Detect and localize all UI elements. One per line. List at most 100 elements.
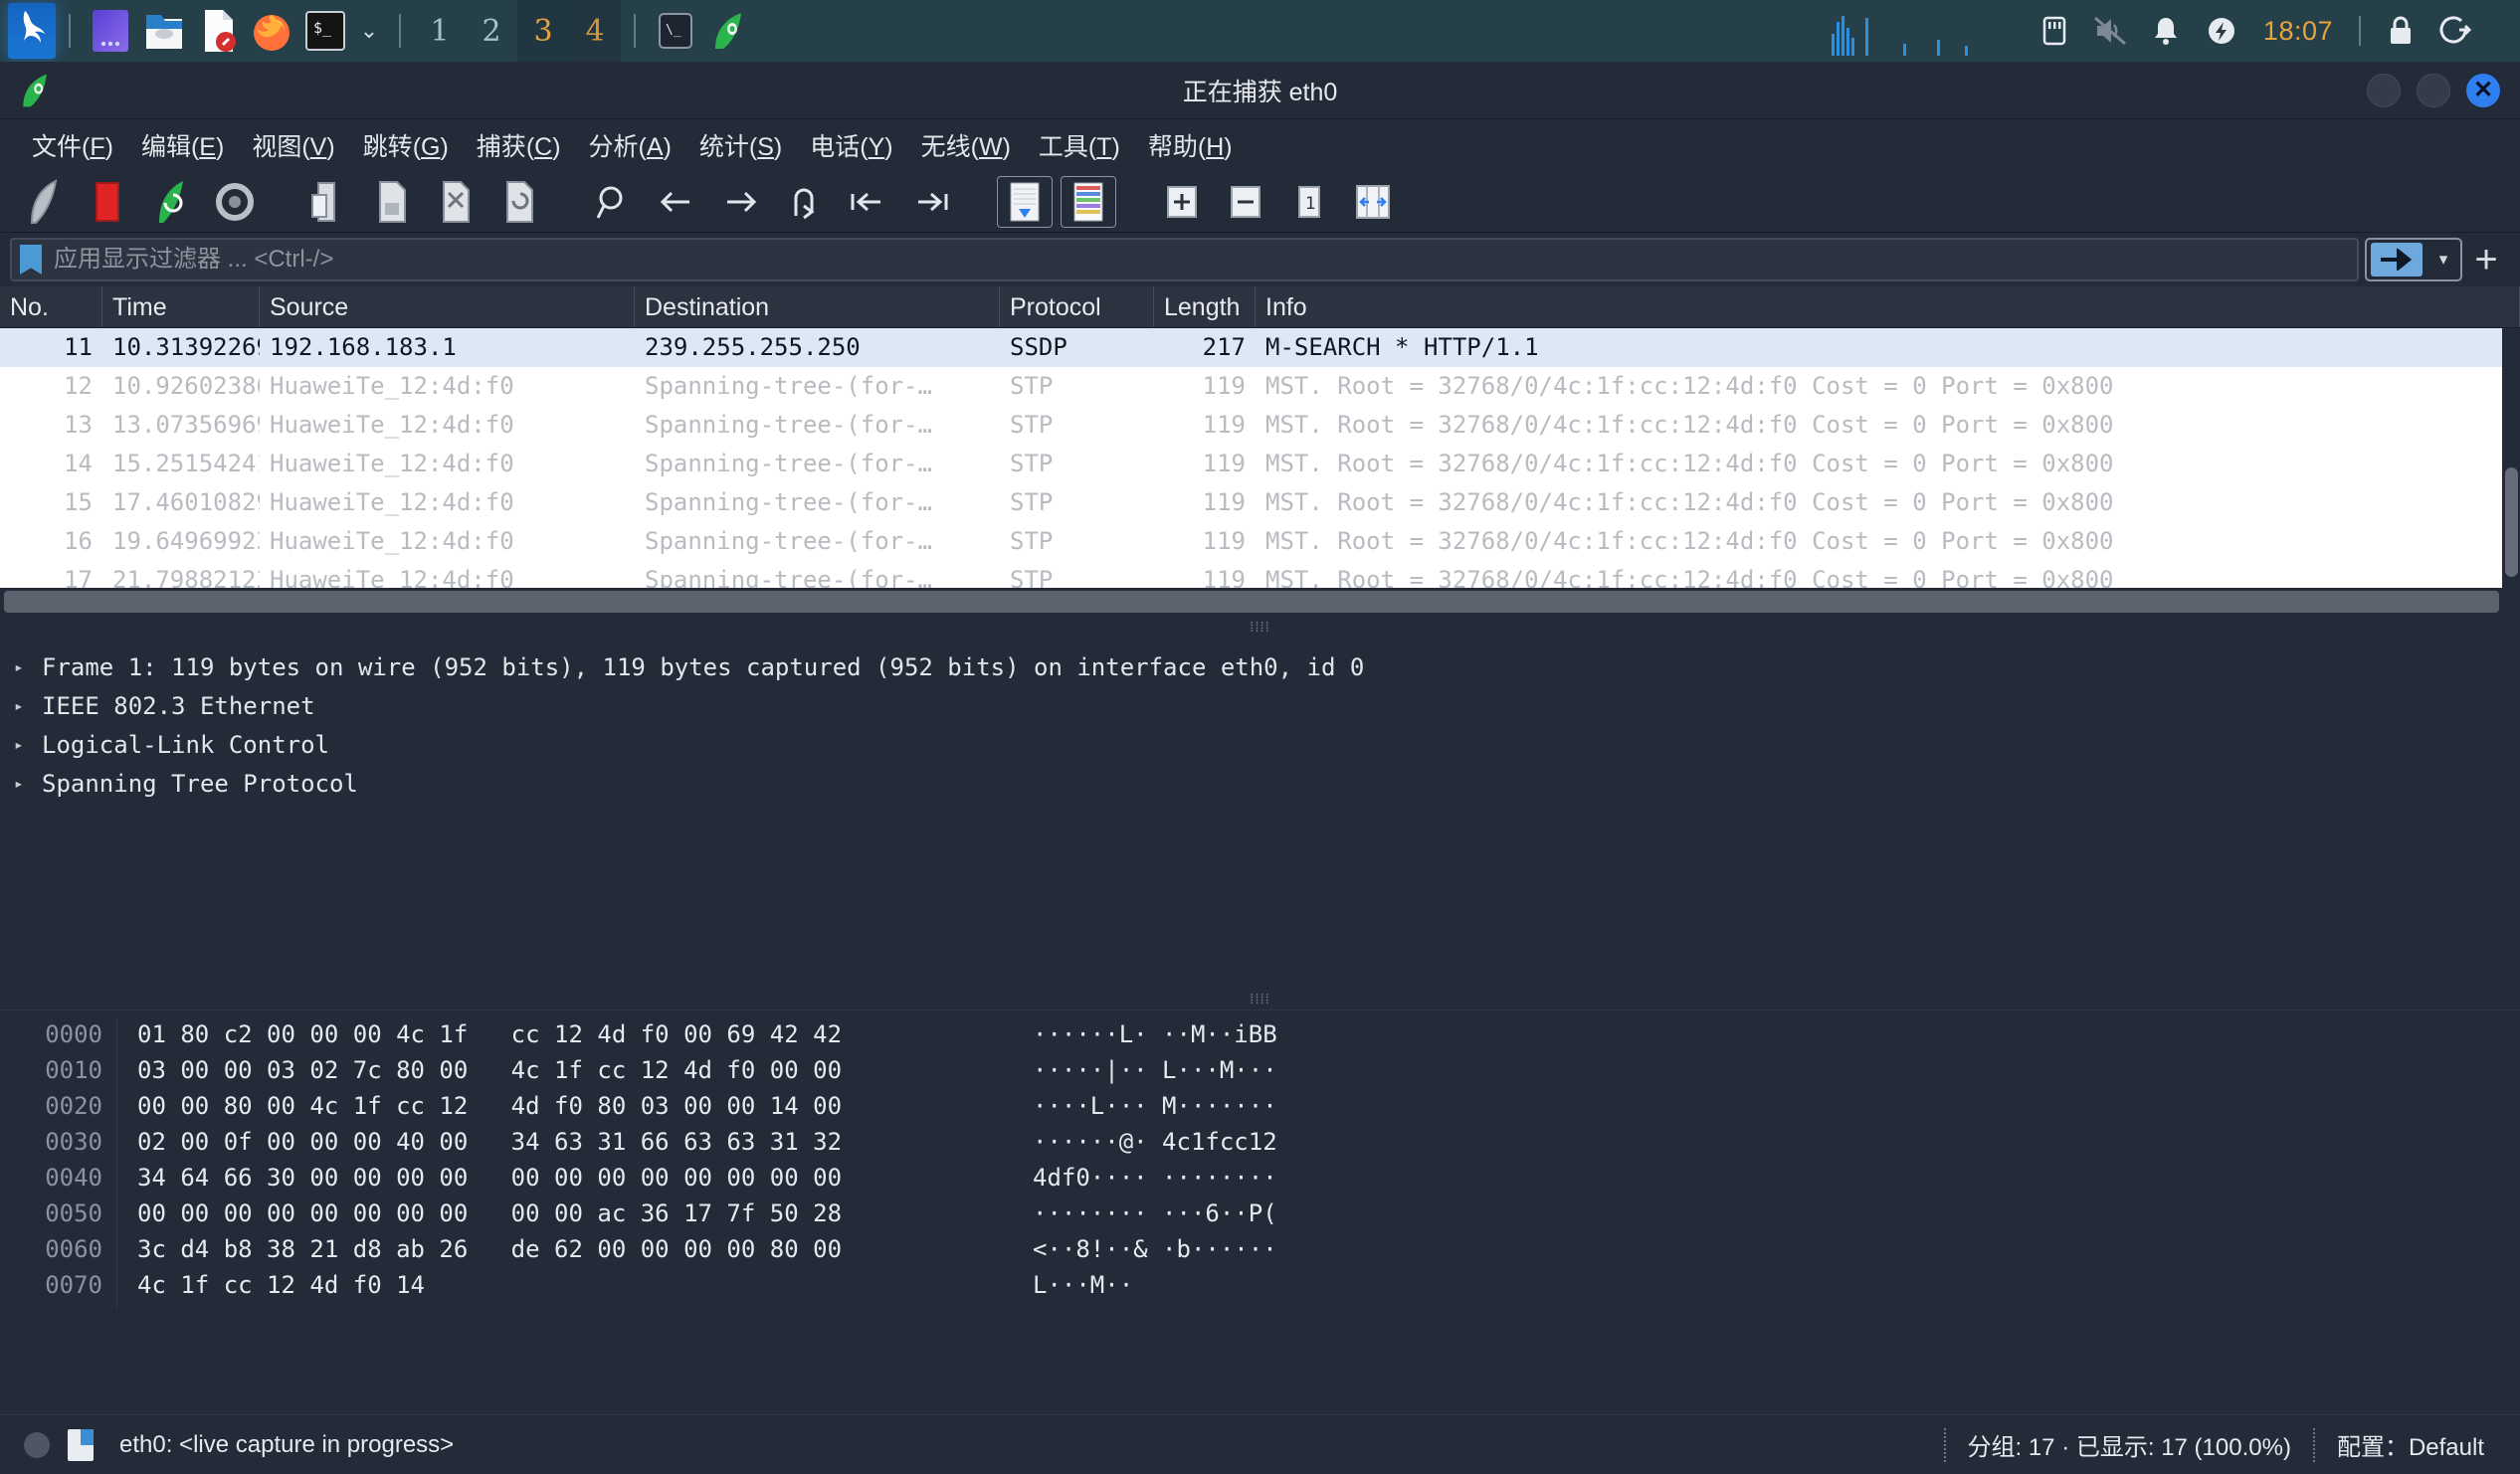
chevron-right-icon[interactable]: ▸ [14, 774, 42, 793]
kali-dragon-icon[interactable] [8, 3, 56, 59]
menu-capture[interactable]: 捕获(C) [463, 121, 575, 169]
notification-bell-icon[interactable] [2138, 0, 2194, 62]
menu-telephony[interactable]: 电话(Y) [796, 121, 906, 169]
column-header-info[interactable]: Info [1256, 286, 2520, 327]
pane-splitter-bottom[interactable]: ⁞⁞⁞⁞ [0, 988, 2520, 1010]
table-row[interactable]: 17 21.798821233 HuaweiTe_12:4d:f0 Spanni… [0, 561, 2520, 588]
profile-text[interactable]: 配置：Default [2337, 1427, 2484, 1462]
menu-statistics[interactable]: 统计(S) [685, 121, 796, 169]
table-row[interactable]: 12 10.926023860 HuaweiTe_12:4d:f0 Spanni… [0, 367, 2520, 406]
menu-help[interactable]: 帮助(H) [1134, 121, 1247, 169]
filter-input-container[interactable] [10, 238, 2359, 281]
menu-tools[interactable]: 工具(T) [1025, 121, 1134, 169]
find-packet-button[interactable] [585, 176, 641, 228]
terminal-window-button[interactable]: \_ [649, 0, 702, 62]
packet-list-horizontal-scrollbar[interactable] [0, 588, 2520, 616]
close-button[interactable]: ✕ [2466, 73, 2500, 107]
expert-info-icon[interactable] [24, 1431, 50, 1458]
capture-options-button[interactable] [207, 176, 263, 228]
auto-scroll-button[interactable] [997, 175, 1053, 228]
volume-muted-icon[interactable] [2082, 0, 2138, 62]
table-row[interactable]: 13 13.073569698 HuaweiTe_12:4d:f0 Spanni… [0, 406, 2520, 445]
column-header-source[interactable]: Source [260, 286, 635, 327]
table-row[interactable]: 16 19.649699233 HuaweiTe_12:4d:f0 Spanni… [0, 522, 2520, 561]
save-file-button[interactable] [364, 176, 420, 228]
detail-tree-item-frame[interactable]: ▸ Frame 1: 119 bytes on wire (952 bits),… [14, 647, 2520, 686]
files-app-icon[interactable] [84, 0, 137, 62]
chevron-down-icon[interactable]: ▾ [2426, 250, 2460, 270]
workspace-button-3[interactable]: 3 [517, 0, 569, 62]
hex-row[interactable]: 00 00 80 00 4c 1f cc 12 4d f0 80 03 00 0… [137, 1088, 2520, 1124]
add-filter-button[interactable]: + [2462, 238, 2510, 281]
hex-row[interactable]: 4c 1f cc 12 4d f0 14 L···M·· [137, 1267, 2520, 1303]
open-file-button[interactable] [300, 176, 356, 228]
logout-icon[interactable] [2428, 0, 2484, 62]
zoom-in-button[interactable] [1154, 176, 1210, 228]
close-file-button[interactable] [428, 176, 484, 228]
apply-filter-arrow-icon[interactable] [2371, 243, 2423, 276]
menu-analyze[interactable]: 分析(A) [575, 121, 685, 169]
chevron-down-icon[interactable]: ⌄ [352, 0, 386, 62]
stop-capture-button[interactable] [80, 176, 135, 228]
packet-bytes-pane[interactable]: 0000 0010 0020 0030 0040 0050 0060 0070 … [0, 1010, 2520, 1308]
minimize-button[interactable] [2367, 73, 2401, 107]
go-forward-button[interactable] [712, 176, 768, 228]
go-to-last-packet-button[interactable] [903, 176, 959, 228]
restart-capture-button[interactable] [143, 176, 199, 228]
table-row[interactable]: 14 15.251542413 HuaweiTe_12:4d:f0 Spanni… [0, 445, 2520, 483]
resize-columns-button[interactable] [1345, 176, 1401, 228]
lock-icon[interactable] [2373, 0, 2428, 62]
search-input[interactable] [54, 246, 2349, 274]
menu-wireless[interactable]: 无线(W) [907, 121, 1025, 169]
colorize-button[interactable] [1061, 175, 1116, 228]
column-header-length[interactable]: Length [1154, 286, 1256, 327]
chevron-right-icon[interactable]: ▸ [14, 696, 42, 715]
zoom-out-button[interactable] [1218, 176, 1273, 228]
column-header-no[interactable]: No. [0, 286, 102, 327]
workspace-button-1[interactable]: 1 [414, 0, 466, 62]
clock[interactable]: 18:07 [2249, 16, 2347, 47]
wireshark-window-button[interactable] [702, 0, 756, 62]
reload-file-button[interactable] [491, 176, 547, 228]
scrollbar-thumb[interactable] [2505, 467, 2518, 577]
packet-list-vertical-scrollbar[interactable] [2502, 328, 2520, 588]
packet-list-body[interactable]: 11 10.313922698 192.168.183.1 239.255.25… [0, 328, 2520, 588]
go-to-first-packet-button[interactable] [840, 176, 895, 228]
table-row[interactable]: 15 17.460108298 HuaweiTe_12:4d:f0 Spanni… [0, 483, 2520, 522]
maximize-button[interactable] [2417, 73, 2450, 107]
detail-tree-item-llc[interactable]: ▸ Logical-Link Control [14, 725, 2520, 764]
hex-row[interactable]: 3c d4 b8 38 21 d8 ab 26 de 62 00 00 00 0… [137, 1231, 2520, 1267]
menu-edit[interactable]: 编辑(E) [127, 121, 238, 169]
bookmark-icon[interactable] [20, 245, 42, 275]
power-icon[interactable] [2194, 0, 2249, 62]
hex-row[interactable]: 03 00 00 03 02 7c 80 00 4c 1f cc 12 4d f… [137, 1052, 2520, 1088]
detail-tree-item-stp[interactable]: ▸ Spanning Tree Protocol [14, 764, 2520, 803]
detail-tree-item-ethernet[interactable]: ▸ IEEE 802.3 Ethernet [14, 686, 2520, 725]
hex-row[interactable]: 01 80 c2 00 00 00 4c 1f cc 12 4d f0 00 6… [137, 1016, 2520, 1052]
hex-row[interactable]: 02 00 0f 00 00 00 40 00 34 63 31 66 63 6… [137, 1124, 2520, 1160]
hex-row[interactable]: 00 00 00 00 00 00 00 00 00 00 ac 36 17 7… [137, 1196, 2520, 1231]
scrollbar-thumb[interactable] [4, 591, 2499, 613]
network-icon[interactable] [2027, 0, 2082, 62]
capture-file-icon[interactable] [68, 1428, 94, 1461]
menu-view[interactable]: 视图(V) [238, 121, 348, 169]
hex-row[interactable]: 34 64 66 30 00 00 00 00 00 00 00 00 00 0… [137, 1160, 2520, 1196]
go-back-button[interactable] [649, 176, 704, 228]
table-row[interactable]: 11 10.313922698 192.168.183.1 239.255.25… [0, 328, 2520, 367]
pane-splitter-top[interactable]: ⁞⁞⁞⁞ [0, 616, 2520, 638]
chevron-right-icon[interactable]: ▸ [14, 657, 42, 676]
firefox-icon[interactable] [245, 0, 298, 62]
chevron-right-icon[interactable]: ▸ [14, 735, 42, 754]
start-capture-button[interactable] [16, 176, 72, 228]
folder-icon[interactable] [137, 0, 191, 62]
hex-content[interactable]: 01 80 c2 00 00 00 4c 1f cc 12 4d f0 00 6… [117, 1016, 2520, 1308]
menu-go[interactable]: 跳转(G) [349, 121, 463, 169]
column-header-protocol[interactable]: Protocol [1000, 286, 1154, 327]
terminal-icon[interactable]: $_ [298, 0, 352, 62]
zoom-reset-button[interactable]: 1 [1281, 176, 1337, 228]
packet-detail-pane[interactable]: ▸ Frame 1: 119 bytes on wire (952 bits),… [0, 638, 2520, 988]
workspace-button-2[interactable]: 2 [466, 0, 517, 62]
workspace-button-4[interactable]: 4 [569, 0, 621, 62]
go-to-packet-button[interactable] [776, 176, 832, 228]
column-header-destination[interactable]: Destination [635, 286, 1000, 327]
